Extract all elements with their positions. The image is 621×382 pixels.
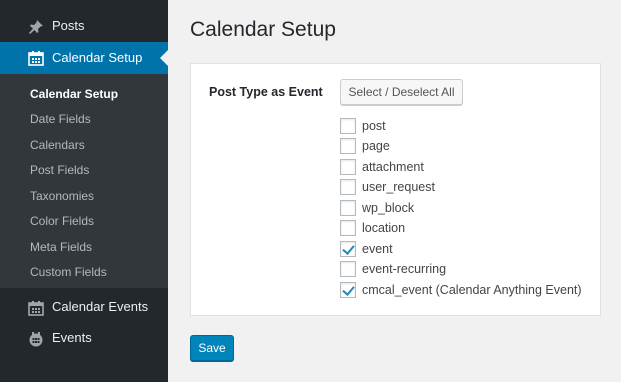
submenu-item-custom-fields[interactable]: Custom Fields <box>30 265 107 279</box>
option-user-request[interactable]: user_request <box>340 179 435 195</box>
page-title: Calendar Setup <box>190 18 336 41</box>
sidebar-item-label: Calendar Setup <box>52 50 143 65</box>
save-button[interactable]: Save <box>190 335 234 361</box>
sidebar-item-posts[interactable]: Posts <box>0 11 168 41</box>
settings-panel: Post Type as Event Select / Deselect All… <box>190 63 601 316</box>
checkbox-wp-block[interactable] <box>340 200 356 216</box>
option-label: event-recurring <box>362 262 447 276</box>
option-attachment[interactable]: attachment <box>340 159 424 175</box>
option-label: wp_block <box>362 201 415 215</box>
option-event[interactable]: event <box>340 241 393 257</box>
checkbox-event[interactable] <box>340 241 356 257</box>
submenu-item-taxonomies[interactable]: Taxonomies <box>30 189 94 203</box>
option-page[interactable]: page <box>340 138 390 154</box>
option-label: user_request <box>362 180 435 194</box>
calendar-icon <box>28 300 44 316</box>
option-label: page <box>362 139 390 153</box>
option-label: location <box>362 221 406 235</box>
option-location[interactable]: location <box>340 220 405 236</box>
option-event-recurring[interactable]: event-recurring <box>340 261 446 277</box>
sidebar-item-calendar-events[interactable]: Calendar Events <box>0 292 168 322</box>
checkbox-event-recurring[interactable] <box>340 261 356 277</box>
submenu-item-calendars[interactable]: Calendars <box>30 138 85 152</box>
pushpin-icon <box>28 19 44 34</box>
option-label: cmcal_event (Calendar Anything Event) <box>362 283 582 297</box>
checkbox-cmcal-event[interactable] <box>340 282 356 298</box>
checkbox-location[interactable] <box>340 220 356 236</box>
submenu-item-color-fields[interactable]: Color Fields <box>30 214 94 228</box>
sidebar-submenu: Calendar Setup Date Fields Calendars Pos… <box>0 74 168 288</box>
option-label: event <box>362 242 393 256</box>
checkbox-attachment[interactable] <box>340 159 356 175</box>
sidebar-item-calendar-setup[interactable]: Calendar Setup <box>0 42 168 74</box>
submenu-item-meta-fields[interactable]: Meta Fields <box>30 240 92 254</box>
calendar-badge-icon <box>28 331 44 347</box>
option-label: attachment <box>362 160 424 174</box>
option-cmcal-event[interactable]: cmcal_event (Calendar Anything Event) <box>340 282 582 298</box>
sidebar-item-label: Posts <box>52 18 85 33</box>
sidebar-item-events[interactable]: Events <box>0 323 168 353</box>
submenu-item-calendar-setup[interactable]: Calendar Setup <box>30 87 118 101</box>
post-type-field-label: Post Type as Event <box>209 85 323 99</box>
sidebar-item-label: Calendar Events <box>52 299 149 314</box>
calendar-icon <box>28 50 44 66</box>
sidebar-item-label: Events <box>52 330 92 345</box>
submenu-item-post-fields[interactable]: Post Fields <box>30 163 89 177</box>
option-post[interactable]: post <box>340 118 386 134</box>
checkbox-post[interactable] <box>340 118 356 134</box>
checkbox-page[interactable] <box>340 138 356 154</box>
option-wp-block[interactable]: wp_block <box>340 200 414 216</box>
select-deselect-all-button[interactable]: Select / Deselect All <box>340 79 463 105</box>
checkbox-user-request[interactable] <box>340 179 356 195</box>
option-label: post <box>362 119 386 133</box>
admin-sidebar: Posts Calendar Setup Calendar Setup Date… <box>0 0 168 382</box>
submenu-item-date-fields[interactable]: Date Fields <box>30 112 91 126</box>
